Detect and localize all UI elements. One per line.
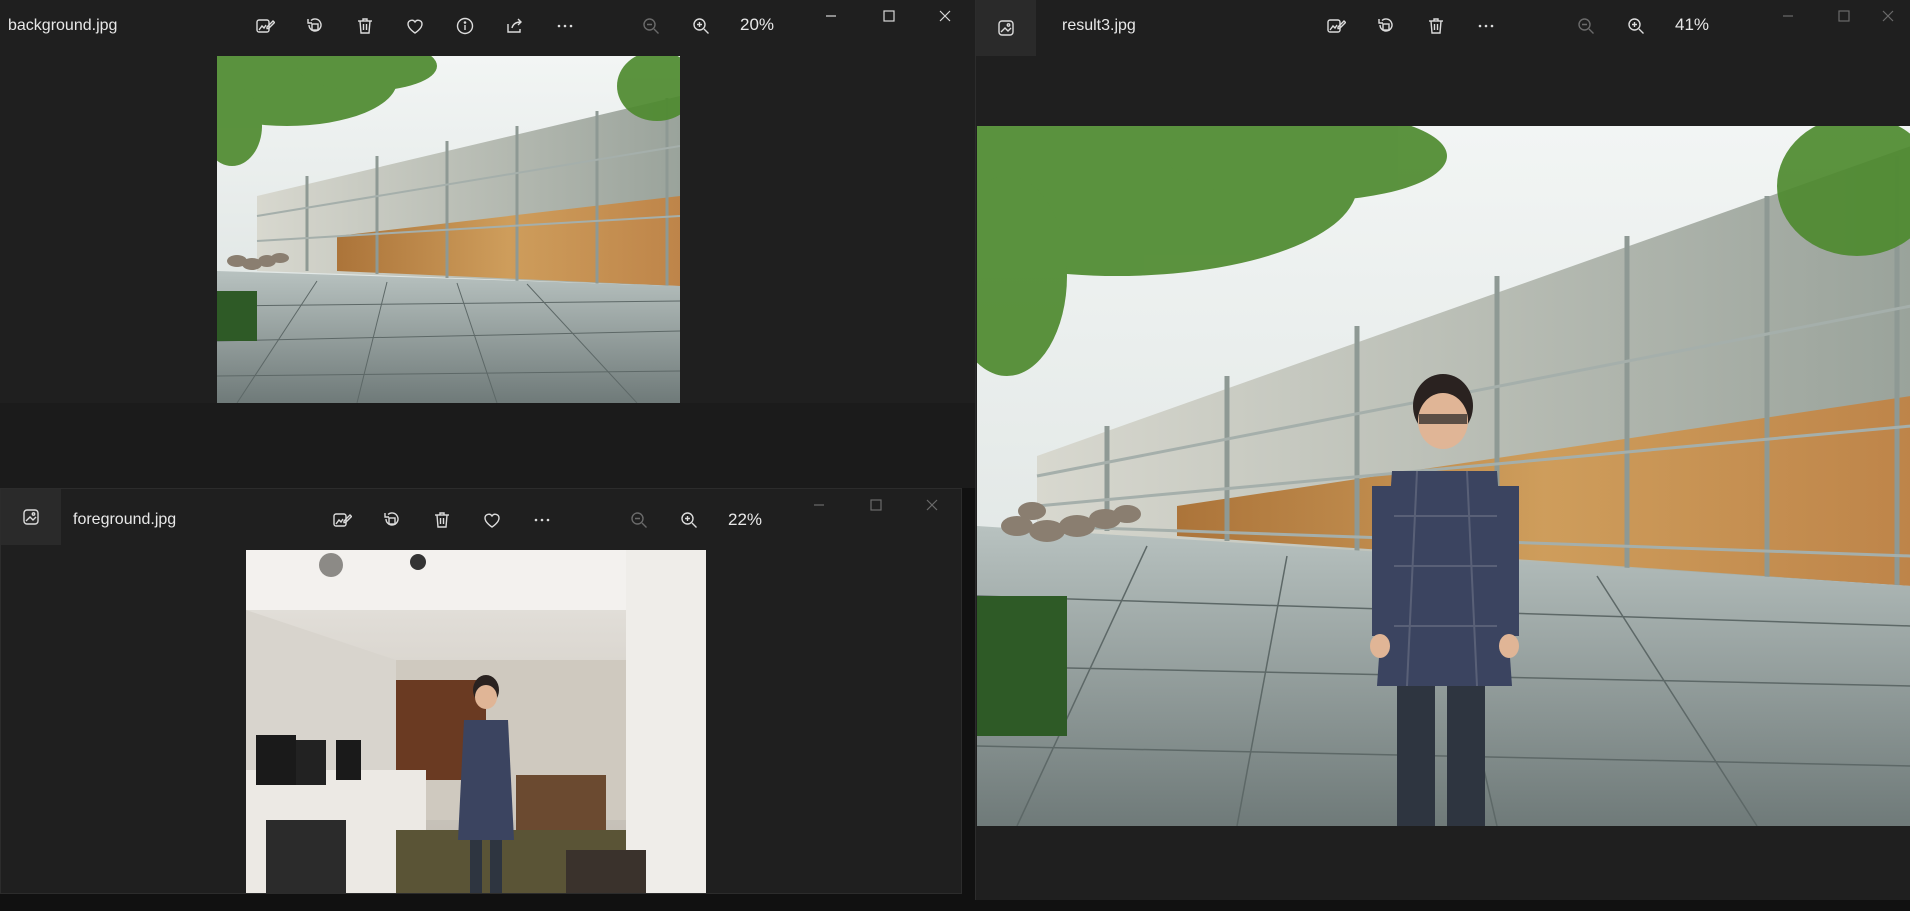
background-viewer-window: background.jpg 20%: [0, 0, 975, 404]
close-icon: [926, 499, 938, 511]
favorite-button[interactable]: [398, 9, 432, 43]
edit-image-button[interactable]: [248, 9, 282, 43]
more-button[interactable]: [1469, 9, 1503, 43]
close-button[interactable]: [922, 0, 968, 32]
window-title: background.jpg: [8, 17, 118, 34]
favorite-icon: [484, 513, 500, 528]
edit-image-button[interactable]: [1319, 9, 1353, 43]
favorite-button[interactable]: [475, 503, 509, 537]
edit-image-icon: [1327, 19, 1346, 33]
info-button[interactable]: [448, 9, 482, 43]
foreground-viewer-window: foreground.jpg 22%: [0, 488, 962, 894]
minimize-button[interactable]: [796, 489, 842, 521]
zoom-in-icon: [1628, 18, 1644, 34]
zoom-out-icon: [643, 18, 659, 34]
share-button[interactable]: [498, 9, 532, 43]
close-button[interactable]: [1865, 0, 1910, 32]
foreground-photo: [246, 550, 706, 893]
edit-image-button[interactable]: [325, 503, 359, 537]
share-icon: [507, 18, 522, 33]
delete-button[interactable]: [1419, 9, 1453, 43]
edit-image-icon: [256, 19, 275, 33]
favorite-icon: [407, 19, 423, 34]
rotate-button[interactable]: [298, 9, 332, 43]
background-photo: [217, 56, 680, 403]
zoom-in-button[interactable]: [684, 9, 718, 43]
title-bar: background.jpg 20%: [0, 0, 975, 52]
delete-button[interactable]: [348, 9, 382, 43]
zoom-in-button[interactable]: [672, 503, 706, 537]
photos-app-icon: [23, 509, 39, 525]
minimize-button[interactable]: [808, 0, 854, 32]
delete-icon: [435, 512, 449, 528]
maximize-button[interactable]: [1821, 0, 1867, 32]
close-button[interactable]: [909, 489, 955, 521]
zoom-out-button[interactable]: [1569, 9, 1603, 43]
maximize-icon: [883, 10, 895, 22]
close-icon: [1882, 10, 1894, 22]
minimize-icon: [814, 504, 824, 506]
zoom-in-icon: [681, 512, 697, 528]
minimize-icon: [1783, 15, 1793, 17]
rotate-icon: [1378, 18, 1393, 32]
app-icon: [976, 0, 1036, 56]
zoom-out-button[interactable]: [622, 503, 656, 537]
maximize-button[interactable]: [853, 489, 899, 521]
zoom-in-button[interactable]: [1619, 9, 1653, 43]
more-icon: [534, 518, 550, 522]
window-title: result3.jpg: [1062, 17, 1136, 34]
minimize-button[interactable]: [1765, 0, 1811, 32]
maximize-icon: [870, 499, 882, 511]
more-icon: [1478, 24, 1494, 28]
rotate-icon: [384, 512, 399, 526]
maximize-icon: [1838, 10, 1850, 22]
info-icon: [456, 17, 474, 35]
zoom-in-icon: [693, 18, 709, 34]
app-icon: [1, 489, 61, 545]
maximize-button[interactable]: [866, 0, 912, 32]
minimize-icon: [826, 15, 836, 17]
zoom-out-icon: [1578, 18, 1594, 34]
zoom-level: 41%: [1675, 15, 1710, 34]
zoom-level: 22%: [728, 510, 763, 529]
photos-app-icon: [998, 20, 1014, 36]
delete-icon: [1429, 18, 1443, 34]
more-button[interactable]: [548, 9, 582, 43]
rotate-icon: [307, 18, 322, 32]
result-viewer-window: result3.jpg 41%: [975, 0, 1910, 900]
window-title: foreground.jpg: [73, 511, 177, 528]
delete-icon: [358, 18, 372, 34]
close-icon: [939, 10, 951, 22]
zoom-level: 20%: [740, 15, 775, 34]
zoom-out-icon: [631, 512, 647, 528]
more-icon: [557, 24, 573, 28]
delete-button[interactable]: [425, 503, 459, 537]
edit-image-icon: [333, 513, 352, 527]
more-button[interactable]: [525, 503, 559, 537]
rotate-button[interactable]: [1369, 9, 1403, 43]
desktop-gap: [0, 403, 975, 488]
result-photo: [977, 126, 1910, 826]
rotate-button[interactable]: [375, 503, 409, 537]
zoom-out-button[interactable]: [634, 9, 668, 43]
